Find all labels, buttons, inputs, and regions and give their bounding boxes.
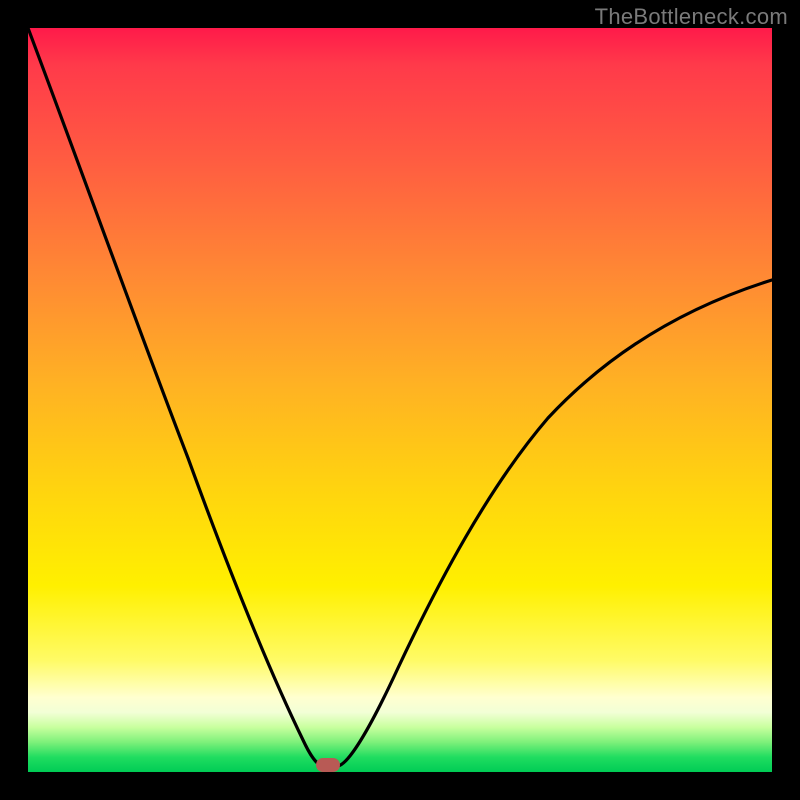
- plot-area: [28, 28, 772, 772]
- bottleneck-curve: [28, 28, 772, 772]
- chart-frame: TheBottleneck.com: [0, 0, 800, 800]
- watermark-text: TheBottleneck.com: [595, 4, 788, 30]
- curve-path: [28, 28, 772, 766]
- optimal-marker: [316, 758, 340, 772]
